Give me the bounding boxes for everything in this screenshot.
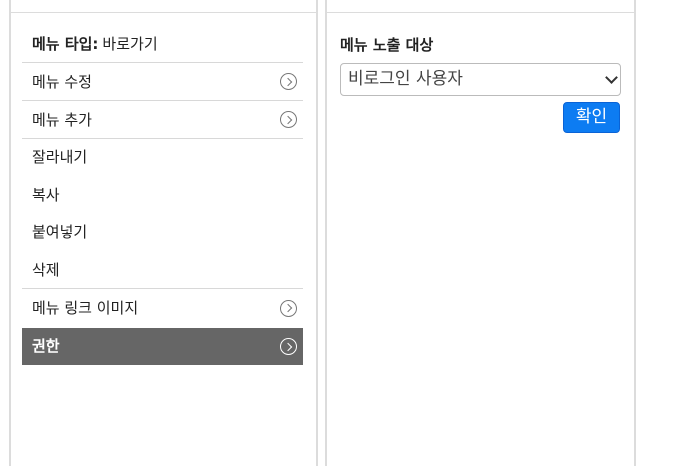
menu-type-row: 메뉴 타입: 바로가기 xyxy=(22,26,303,63)
permission-panel: 메뉴 노출 대상 비로그인 사용자 확인 xyxy=(325,0,636,466)
visibility-target-select[interactable]: 비로그인 사용자 xyxy=(340,63,621,96)
menu-item-label: 메뉴 추가 xyxy=(32,111,92,129)
menu-type-value: 바로가기 xyxy=(102,35,158,53)
menu-item-label: 메뉴 링크 이미지 xyxy=(32,299,139,317)
menu-item-add[interactable]: 메뉴 추가 xyxy=(22,101,303,139)
menu-item-label: 메뉴 수정 xyxy=(32,73,92,91)
chevron-right-circle-icon xyxy=(280,299,297,317)
menu-item-label: 붙여넣기 xyxy=(32,223,88,241)
menu-item-label: 권한 xyxy=(32,337,60,355)
menu-item-edit[interactable]: 메뉴 수정 xyxy=(22,63,303,101)
menu-item-paste[interactable]: 붙여넣기 xyxy=(22,214,303,252)
menu-item-cut[interactable]: 잘라내기 xyxy=(22,139,303,177)
chevron-right-circle-icon xyxy=(280,111,297,128)
menu-item-link-image[interactable]: 메뉴 링크 이미지 xyxy=(22,289,303,327)
visibility-target-label: 메뉴 노출 대상 xyxy=(340,36,434,54)
menu-action-panel: 메뉴 타입: 바로가기 메뉴 수정 메뉴 추가 잘라내기 복사 붙여넣기 삭제 메… xyxy=(9,0,318,466)
menu-item-delete[interactable]: 삭제 xyxy=(22,252,303,289)
chevron-down-icon xyxy=(605,71,618,84)
confirm-button[interactable]: 확인 xyxy=(563,102,620,133)
menu-item-label: 복사 xyxy=(32,185,60,204)
select-value: 비로그인 사용자 xyxy=(348,69,463,89)
menu-type-label: 메뉴 타입: xyxy=(32,35,99,53)
menu-item-permission[interactable]: 권한 xyxy=(22,328,303,365)
menu-item-label: 잘라내기 xyxy=(32,148,88,166)
chevron-right-circle-icon xyxy=(280,73,297,90)
chevron-right-circle-icon xyxy=(280,338,297,355)
menu-item-copy[interactable]: 복사 xyxy=(22,177,303,215)
menu-item-label: 삭제 xyxy=(32,260,60,279)
panel-header xyxy=(327,0,634,13)
panel-header xyxy=(11,0,316,13)
menu-action-list: 메뉴 타입: 바로가기 메뉴 수정 메뉴 추가 잘라내기 복사 붙여넣기 삭제 메… xyxy=(22,26,303,365)
